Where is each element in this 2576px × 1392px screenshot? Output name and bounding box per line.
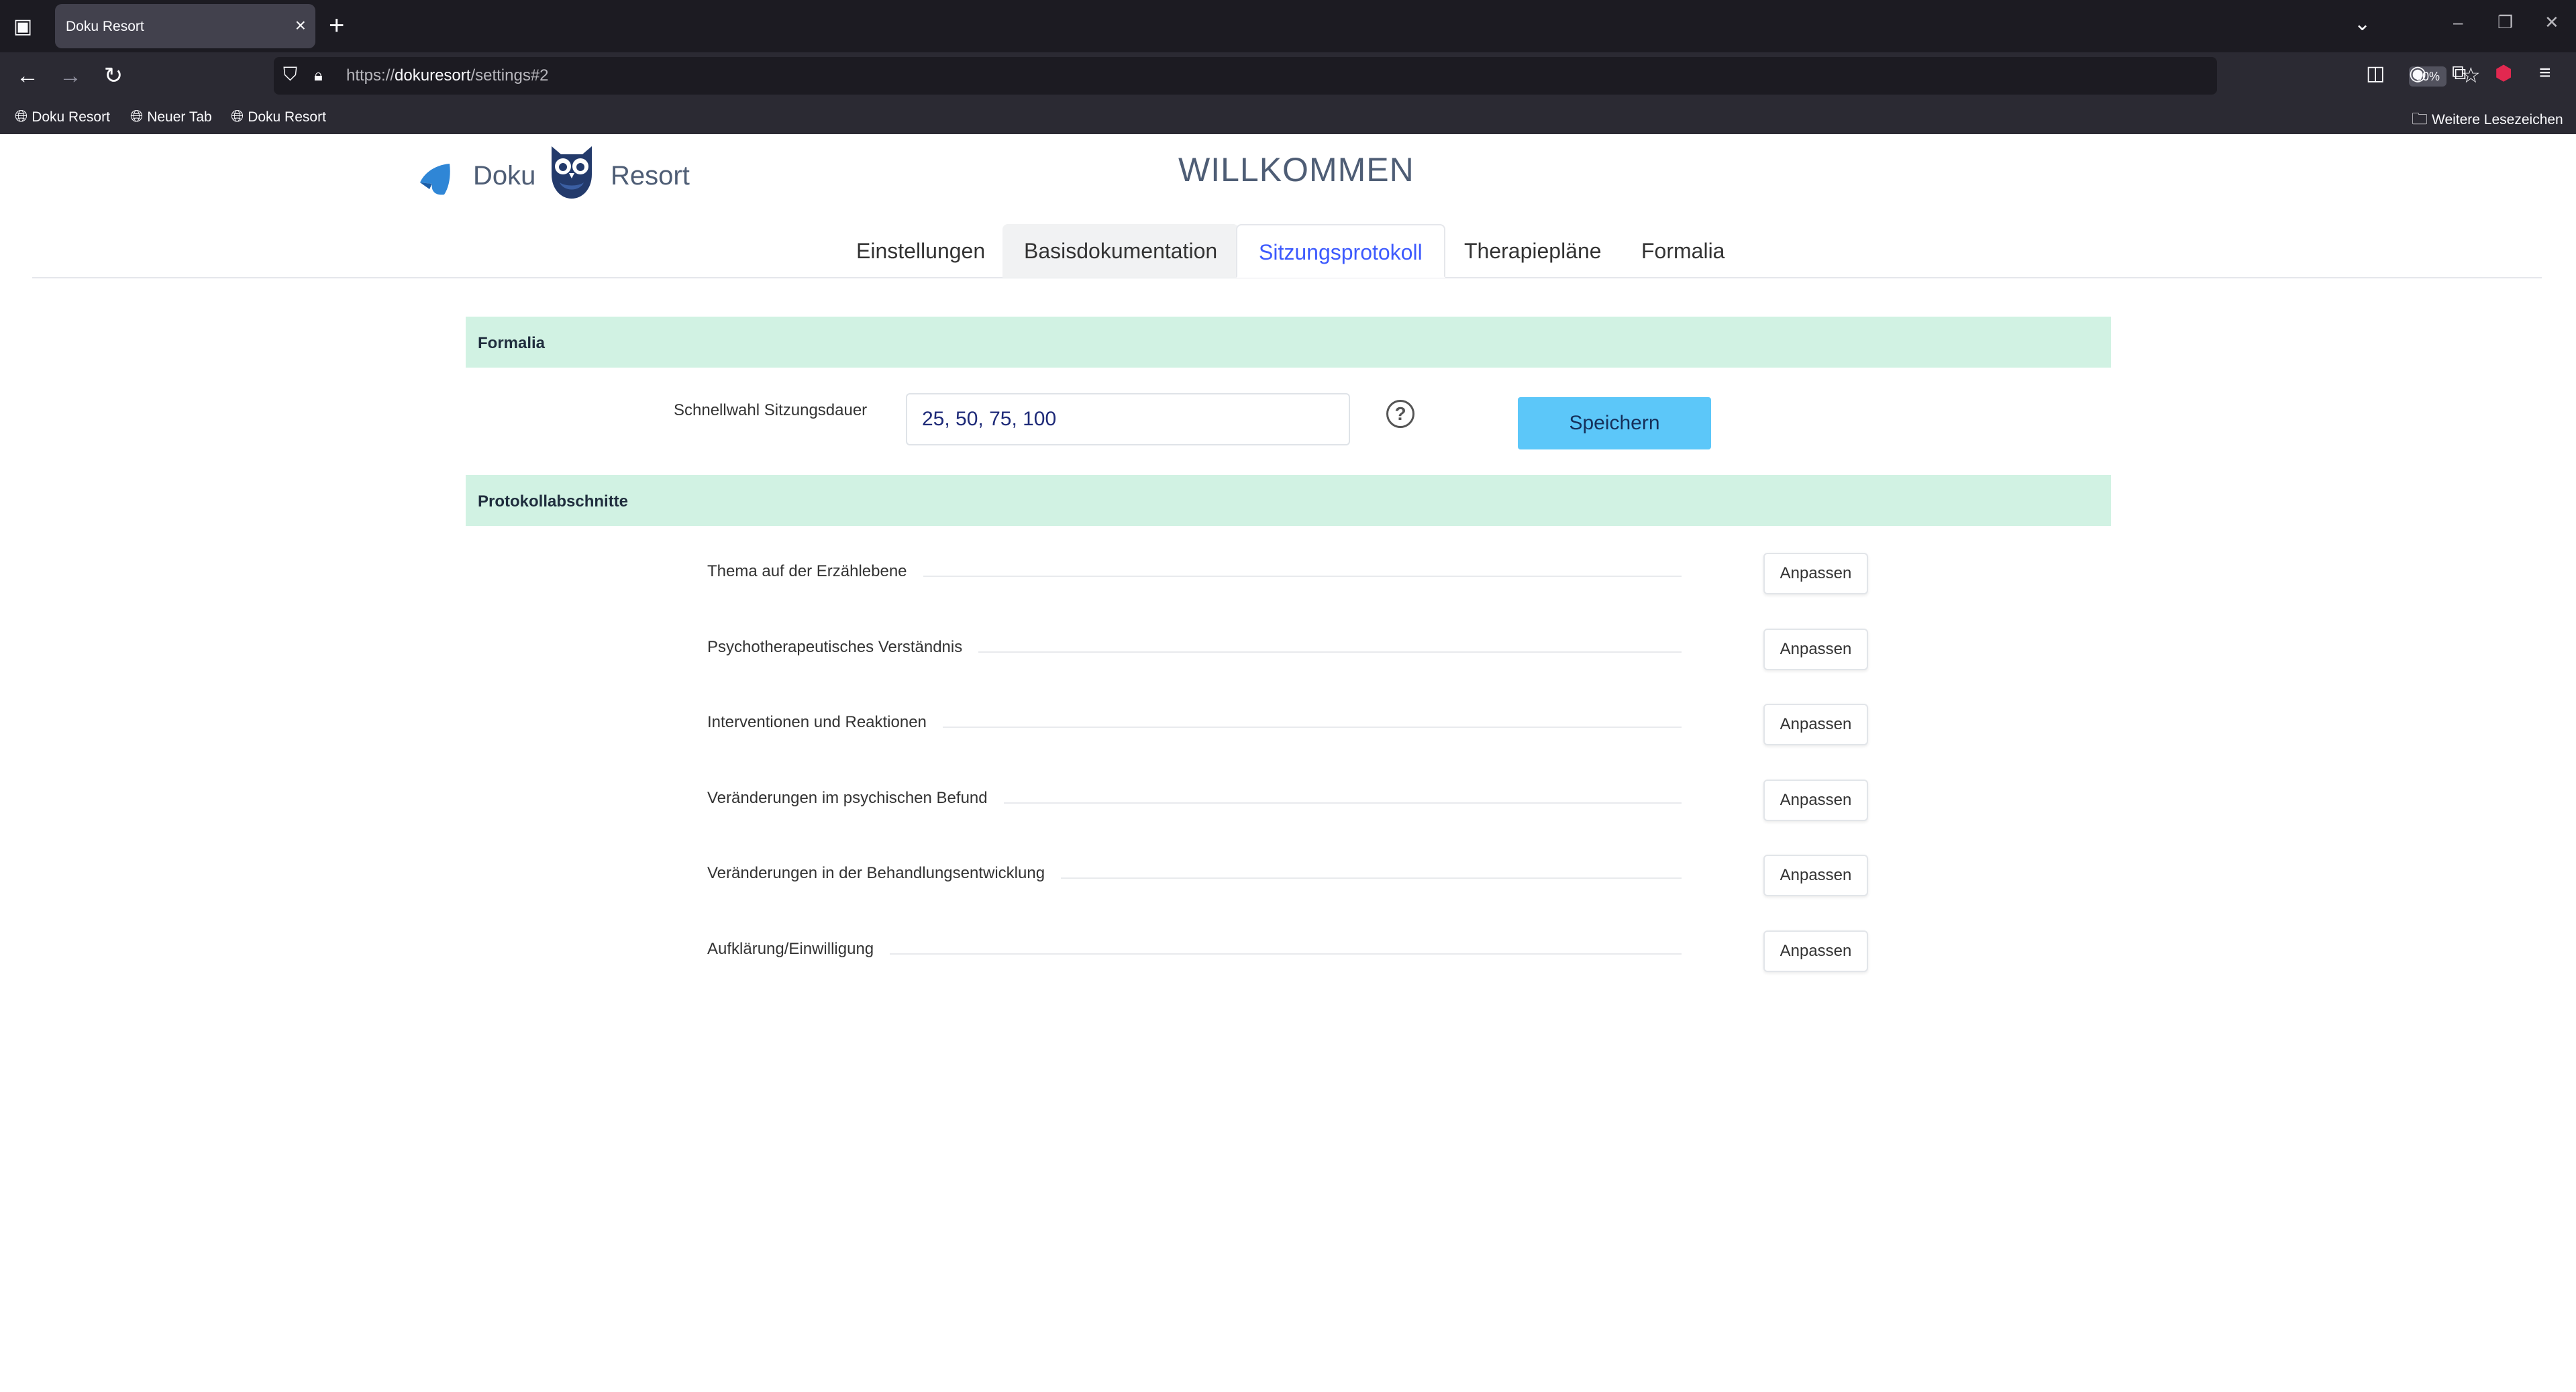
tab-overview-icon[interactable]: ▣ <box>9 13 36 40</box>
globe-icon: 🌐︎ <box>15 107 28 125</box>
owl-logo-icon <box>552 146 592 199</box>
list-item: Veränderungen im psychischen Befund Anpa… <box>0 775 2576 826</box>
tab-formalia[interactable]: Formalia <box>1620 224 1746 278</box>
back-arrow-icon[interactable]: ← <box>11 59 44 93</box>
section-title: Formalia <box>478 334 546 352</box>
adjust-button[interactable]: Anpassen <box>1763 629 1868 670</box>
bookmark-item[interactable]: 🌐︎ Doku Resort <box>231 107 326 126</box>
reload-icon[interactable]: ↻ <box>97 59 130 93</box>
list-item: Aufklärung/Einwilligung Anpassen <box>0 926 2576 977</box>
wing-logo-icon <box>420 164 450 195</box>
bookmark-label: Doku Resort <box>32 109 110 125</box>
account-icon[interactable]: ◉ <box>2409 62 2426 85</box>
minimize-icon[interactable]: – <box>2453 12 2463 33</box>
list-item: Veränderungen in der Behandlungsentwickl… <box>0 851 2576 902</box>
section-title: Protokollabschnitte <box>478 492 629 511</box>
main-tabs: Einstellungen Basisdokumentation Sitzung… <box>0 221 2576 278</box>
tab-sitzungsprotokoll[interactable]: Sitzungsprotokoll <box>1236 224 1445 278</box>
list-item: Psychotherapeutisches Verständnis Anpass… <box>0 625 2576 676</box>
url-host: dokuresort <box>395 66 471 85</box>
help-icon[interactable]: ? <box>1386 400 1414 428</box>
adjust-button[interactable]: Anpassen <box>1763 780 1868 821</box>
browser-tab[interactable]: Doku Resort × <box>55 4 315 48</box>
shield-icon[interactable]: ⛉ <box>283 64 297 86</box>
new-tab-button[interactable]: + <box>329 11 344 40</box>
tab-basisdokumentation[interactable]: Basisdokumentation <box>1002 224 1239 278</box>
url-path: /settings#2 <box>470 66 549 85</box>
logo-text-left: Doku <box>473 161 536 191</box>
pocket-icon[interactable]: ◫ <box>2366 62 2385 85</box>
list-item: Thema auf der Erzählebene Anpassen <box>0 549 2576 600</box>
logo-text-right: Resort <box>611 161 690 191</box>
section-label: Psychotherapeutisches Verständnis <box>707 638 979 657</box>
list-item: Interventionen und Reaktionen Anpassen <box>0 700 2576 751</box>
url-bar[interactable]: ⛉ 🔒︎ https://dokuresort/settings#2 90% ☆ <box>274 57 2481 95</box>
globe-icon: 🌐︎ <box>231 107 244 125</box>
page-content: Doku Resort WILLKOMMEN Einstellungen Bas… <box>0 134 2576 1392</box>
extensions-icon[interactable]: ⧉ <box>2452 62 2466 85</box>
other-bookmarks-label: Weitere Lesezeichen <box>2432 112 2563 127</box>
section-label: Veränderungen im psychischen Befund <box>707 789 1004 808</box>
session-duration-label: Schnellwahl Sitzungsdauer <box>674 401 868 419</box>
tab-therapieplaene[interactable]: Therapiepläne <box>1443 224 1623 278</box>
save-button[interactable]: Speichern <box>1518 397 1711 449</box>
ublock-icon[interactable]: ⬢ <box>2495 62 2512 85</box>
page-title: WILLKOMMEN <box>1178 151 1414 189</box>
adjust-button[interactable]: Anpassen <box>1763 855 1868 896</box>
bookmark-item[interactable]: 🌐︎ Doku Resort <box>15 107 110 126</box>
url-prefix: https:// <box>346 66 395 85</box>
browser-tab-title: Doku Resort <box>66 19 144 34</box>
other-bookmarks[interactable]: 🗀 Weitere Lesezeichen <box>2412 107 2563 135</box>
bookmark-label: Doku Resort <box>248 109 326 125</box>
restore-icon[interactable]: ❐ <box>2497 12 2513 33</box>
close-tab-icon[interactable]: × <box>295 15 306 36</box>
browser-tabstrip: ▣ Doku Resort × + ⌄ – ❐ ✕ <box>0 0 2576 52</box>
tab-einstellungen[interactable]: Einstellungen <box>835 224 1007 278</box>
folder-icon: 🗀 <box>2412 110 2428 128</box>
forward-arrow-icon[interactable]: → <box>54 59 87 93</box>
protokoll-section-header: Protokollabschnitte <box>466 475 2111 526</box>
chevron-down-icon[interactable]: ⌄ <box>2354 12 2371 36</box>
session-duration-input[interactable] <box>906 393 1350 445</box>
bookmarks-bar: 🌐︎ Doku Resort 🌐︎ Neuer Tab 🌐︎ Doku Resort … <box>0 99 2576 134</box>
url-text[interactable]: https://dokuresort/settings#2 <box>346 66 549 85</box>
adjust-button[interactable]: Anpassen <box>1763 553 1868 594</box>
section-label: Veränderungen in der Behandlungsentwickl… <box>707 864 1062 883</box>
menu-icon[interactable]: ≡ <box>2539 62 2551 85</box>
browser-navbar: ← → ↻ ⛉ 🔒︎ https://dokuresort/settings#2… <box>0 52 2576 99</box>
adjust-button[interactable]: Anpassen <box>1763 704 1868 745</box>
bookmark-item[interactable]: 🌐︎ Neuer Tab <box>130 107 212 126</box>
lock-icon[interactable]: 🔒︎ <box>314 66 323 85</box>
section-label: Interventionen und Reaktionen <box>707 713 943 732</box>
section-label: Aufklärung/Einwilligung <box>707 940 890 959</box>
formalia-section-header: Formalia <box>466 317 2111 368</box>
globe-icon: 🌐︎ <box>130 107 144 125</box>
adjust-button[interactable]: Anpassen <box>1763 930 1868 972</box>
bookmark-label: Neuer Tab <box>147 109 212 125</box>
window-close-icon[interactable]: ✕ <box>2544 12 2559 33</box>
section-label: Thema auf der Erzählebene <box>707 562 923 581</box>
